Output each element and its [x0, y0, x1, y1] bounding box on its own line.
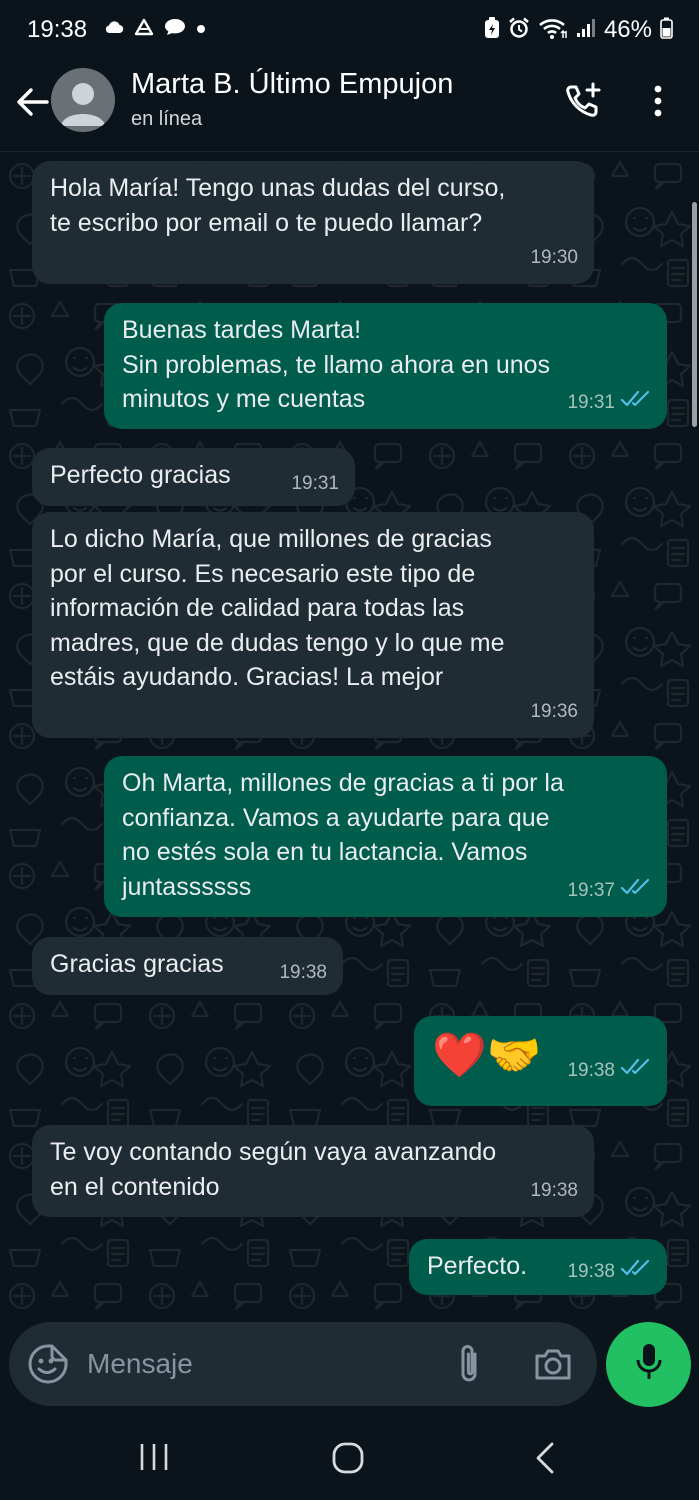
double-check-read-icon — [620, 1045, 651, 1097]
system-nav-bar — [0, 1414, 699, 1500]
status-bar: 19:38 46% — [0, 0, 699, 60]
alarm-icon — [508, 17, 530, 44]
message-input-bar — [0, 1322, 699, 1414]
signal-icon — [576, 18, 596, 43]
message-incoming[interactable]: Gracias gracias 19:38 — [32, 937, 343, 995]
chat-area[interactable]: Hola María! Tengo unas dudas del curso, … — [0, 152, 699, 1322]
add-call-icon[interactable] — [560, 78, 606, 124]
message-incoming[interactable]: Lo dicho María, que millones de gracias … — [32, 512, 594, 738]
back-arrow-icon[interactable] — [12, 82, 52, 122]
recent-apps-icon[interactable] — [134, 1440, 174, 1474]
mic-button[interactable] — [606, 1322, 691, 1407]
camera-icon[interactable] — [531, 1342, 575, 1386]
message-time: 19:31 — [567, 391, 615, 413]
message-outgoing[interactable]: ❤️🤝 19:38 — [414, 1016, 667, 1106]
message-time: 19:38 — [567, 1060, 615, 1081]
message-composer[interactable] — [9, 1322, 597, 1406]
status-time: 19:38 — [27, 16, 88, 43]
message-time: 19:36 — [530, 700, 578, 722]
cloud-icon — [104, 20, 124, 39]
message-time: 19:38 — [279, 961, 327, 983]
wifi-icon — [538, 17, 568, 44]
chat-bubble-icon — [164, 18, 186, 41]
contact-status: en línea — [131, 108, 203, 130]
message-text: Lo dicho María, que millones de gracias … — [50, 525, 505, 691]
message-outgoing[interactable]: Buenas tardes Marta! Sin problemas, te l… — [104, 303, 667, 429]
message-time: 19:38 — [567, 1260, 615, 1282]
message-incoming[interactable]: Te voy contando según vaya avanzando en … — [32, 1125, 594, 1217]
message-time: 19:38 — [530, 1179, 578, 1201]
home-icon[interactable] — [328, 1438, 368, 1478]
avatar-icon[interactable] — [51, 68, 115, 132]
message-time: 19:30 — [530, 246, 578, 268]
message-time: 19:37 — [567, 879, 615, 901]
sticker-emoji-icon[interactable] — [27, 1343, 69, 1385]
message-text: Hola María! Tengo unas dudas del curso, … — [50, 174, 506, 237]
message-input[interactable] — [87, 1342, 427, 1386]
battery-percentage: 46% — [603, 16, 652, 43]
back-icon[interactable] — [530, 1438, 560, 1478]
double-check-read-icon — [620, 874, 651, 909]
battery-icon — [660, 17, 673, 44]
drive-icon — [134, 18, 154, 41]
message-text: Te voy contando según vaya avanzando en … — [50, 1138, 497, 1201]
scrollbar[interactable] — [692, 202, 697, 427]
dot-icon — [196, 21, 206, 39]
message-incoming[interactable]: Hola María! Tengo unas dudas del curso, … — [32, 161, 594, 284]
message-outgoing[interactable]: Oh Marta, millones de gracias a ti por l… — [104, 756, 667, 917]
battery-saver-icon — [484, 16, 500, 44]
message-incoming[interactable]: Perfecto gracias 19:31 — [32, 448, 355, 506]
mic-icon — [634, 1342, 664, 1387]
paperclip-icon[interactable] — [451, 1342, 487, 1386]
double-check-read-icon — [620, 1255, 651, 1290]
more-vert-icon[interactable] — [640, 78, 676, 124]
message-outgoing[interactable]: Perfecto. 19:38 — [409, 1239, 667, 1295]
message-time: 19:31 — [291, 472, 339, 494]
chat-header: Marta B. Último Empujon en línea — [0, 60, 699, 152]
double-check-read-icon — [620, 386, 651, 421]
contact-name[interactable]: Marta B. Último Empujon — [131, 68, 453, 101]
